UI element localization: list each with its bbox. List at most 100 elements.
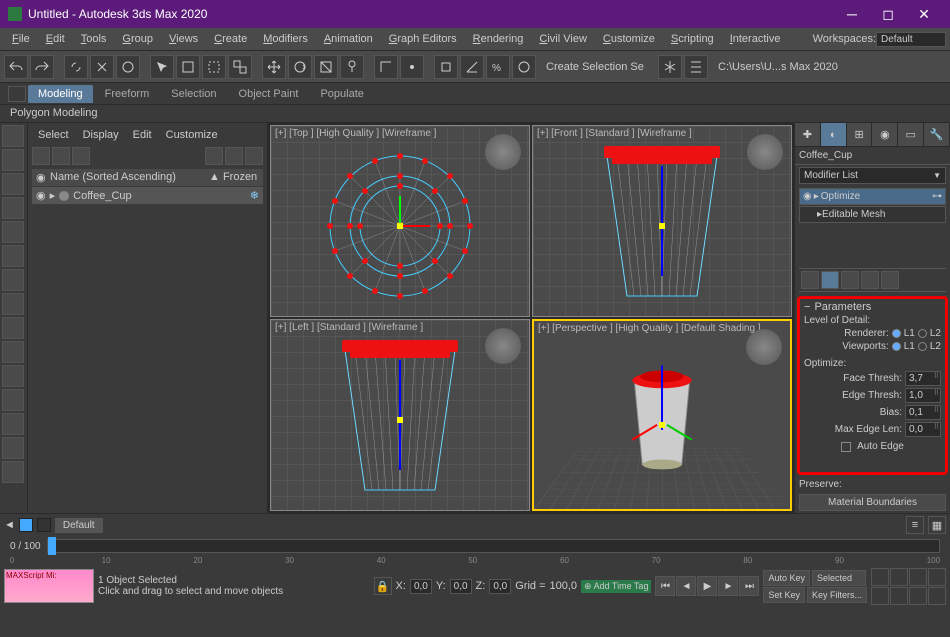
prev-frame-icon[interactable]: ◄: [676, 576, 696, 596]
renderer-l2-radio[interactable]: [918, 329, 927, 338]
project-path[interactable]: C:\Users\U...s Max 2020: [718, 61, 848, 73]
menu-civilview[interactable]: Civil View: [531, 30, 594, 48]
vp-left-label[interactable]: [+] [Left ] [Standard ] [Wireframe ]: [275, 322, 423, 333]
viewcube-icon[interactable]: [747, 134, 783, 170]
menu-modifiers[interactable]: Modifiers: [255, 30, 316, 48]
layer-manager-icon[interactable]: ≡: [906, 516, 924, 534]
cmd-tab-create[interactable]: ✚: [795, 123, 821, 146]
vp-top-label[interactable]: [+] [Top ] [High Quality ] [Wireframe ]: [275, 128, 436, 139]
max-edge-spinner[interactable]: 0,0: [905, 422, 941, 437]
vp-front-label[interactable]: [+] [Front ] [Standard ] [Wireframe ]: [537, 128, 692, 139]
tool-9-icon[interactable]: [2, 389, 24, 411]
ribbon-tab-freeform[interactable]: Freeform: [95, 85, 160, 103]
tool-3-icon[interactable]: [2, 245, 24, 267]
tool-5-icon[interactable]: [2, 293, 24, 315]
tool-7-icon[interactable]: [2, 341, 24, 363]
nav-max-icon[interactable]: [928, 568, 946, 586]
setkey-button[interactable]: Set Key: [763, 587, 805, 603]
tool-12-icon[interactable]: [2, 461, 24, 483]
vp-persp-label[interactable]: [+] [Perspective ] [High Quality ] [Defa…: [538, 323, 761, 334]
select-button[interactable]: [150, 55, 174, 79]
scene-explorer-toggle[interactable]: [2, 125, 24, 147]
cmd-tab-display[interactable]: ▭: [898, 123, 924, 146]
viewcube-icon[interactable]: [746, 329, 782, 365]
unlink-button[interactable]: [90, 55, 114, 79]
tool-1-icon[interactable]: [2, 197, 24, 219]
ribbon-tab-modeling[interactable]: Modeling: [28, 85, 93, 103]
nav-orbit-icon[interactable]: [909, 568, 927, 586]
menu-customize[interactable]: Customize: [595, 30, 663, 48]
y-coord[interactable]: 0,0: [450, 579, 472, 594]
next-frame-icon[interactable]: ►: [718, 576, 738, 596]
freeze-icon[interactable]: ❄: [250, 189, 259, 202]
bias-spinner[interactable]: 0,1: [905, 405, 941, 420]
se-tool-sort-icon[interactable]: [205, 147, 223, 165]
tool-4-icon[interactable]: [2, 269, 24, 291]
menu-scripting[interactable]: Scripting: [663, 30, 722, 48]
visibility-icon[interactable]: ◉: [36, 189, 46, 202]
modifier-list-dropdown[interactable]: Modifier List▼: [799, 167, 946, 184]
viewports-l2-radio[interactable]: [918, 342, 927, 351]
cmd-tab-hierarchy[interactable]: ⊞: [847, 123, 873, 146]
autokey-button[interactable]: Auto Key: [763, 570, 810, 586]
minimize-button[interactable]: ─: [834, 0, 870, 28]
goto-start-icon[interactable]: ⏮: [655, 576, 675, 596]
placement-button[interactable]: [340, 55, 364, 79]
rotate-button[interactable]: [288, 55, 312, 79]
menu-file[interactable]: File: [4, 30, 38, 48]
se-menu-customize[interactable]: Customize: [160, 127, 224, 143]
menu-edit[interactable]: Edit: [38, 30, 73, 48]
play-icon[interactable]: ▶: [697, 576, 717, 596]
snap-button[interactable]: [434, 55, 458, 79]
refcoord-button[interactable]: [374, 55, 398, 79]
unique-icon[interactable]: [841, 271, 859, 289]
timeline-track[interactable]: [47, 539, 940, 553]
se-col-name[interactable]: Name (Sorted Ascending): [50, 171, 209, 184]
se-col-frozen[interactable]: ▲ Frozen: [209, 171, 259, 184]
se-tool-lock-icon[interactable]: [225, 147, 243, 165]
ribbon-toggle-icon[interactable]: [8, 86, 26, 102]
collapse-icon[interactable]: −: [804, 301, 810, 313]
key-filters-button[interactable]: Key Filters...: [807, 587, 867, 603]
select-region-button[interactable]: [202, 55, 226, 79]
viewcube-icon[interactable]: [485, 134, 521, 170]
layer-swatch[interactable]: [19, 518, 33, 532]
tool-11-icon[interactable]: [2, 437, 24, 459]
se-tool-search-icon[interactable]: [32, 147, 50, 165]
link-button[interactable]: [64, 55, 88, 79]
menu-interactive[interactable]: Interactive: [722, 30, 789, 48]
angle-snap-button[interactable]: [460, 55, 484, 79]
scale-button[interactable]: [314, 55, 338, 79]
menu-animation[interactable]: Animation: [316, 30, 381, 48]
tool-2-icon[interactable]: [2, 221, 24, 243]
select-name-button[interactable]: [176, 55, 200, 79]
menu-grapheditors[interactable]: Graph Editors: [381, 30, 465, 48]
menu-group[interactable]: Group: [114, 30, 161, 48]
eye-icon[interactable]: ◉: [803, 191, 812, 202]
se-menu-edit[interactable]: Edit: [127, 127, 158, 143]
menu-tools[interactable]: Tools: [73, 30, 115, 48]
crease-explorer-icon[interactable]: [2, 173, 24, 195]
add-time-tag[interactable]: ⊕ Add Time Tag: [581, 580, 651, 593]
percent-snap-button[interactable]: %: [486, 55, 510, 79]
nav-pan-icon[interactable]: [871, 568, 889, 586]
menu-create[interactable]: Create: [206, 30, 255, 48]
undo-button[interactable]: [4, 55, 28, 79]
se-tool-pin-icon[interactable]: [245, 147, 263, 165]
viewcube-icon[interactable]: [485, 328, 521, 364]
z-coord[interactable]: 0,0: [489, 579, 511, 594]
spinner-snap-button[interactable]: [512, 55, 536, 79]
face-thresh-spinner[interactable]: 3,7: [905, 371, 941, 386]
redo-button[interactable]: [30, 55, 54, 79]
se-menu-display[interactable]: Display: [77, 127, 125, 143]
show-result-icon[interactable]: [821, 271, 839, 289]
x-coord[interactable]: 0,0: [410, 579, 432, 594]
pin-icon[interactable]: ⊶: [932, 191, 942, 202]
move-button[interactable]: [262, 55, 286, 79]
menu-rendering[interactable]: Rendering: [465, 30, 532, 48]
se-item-coffee-cup[interactable]: ◉ ▸ Coffee_Cup ❄: [32, 187, 263, 204]
window-crossing-button[interactable]: [228, 55, 252, 79]
nav-5-icon[interactable]: [871, 587, 889, 605]
isolate-icon[interactable]: ▦: [928, 516, 946, 534]
cmd-tab-utilities[interactable]: 🔧: [924, 123, 950, 146]
